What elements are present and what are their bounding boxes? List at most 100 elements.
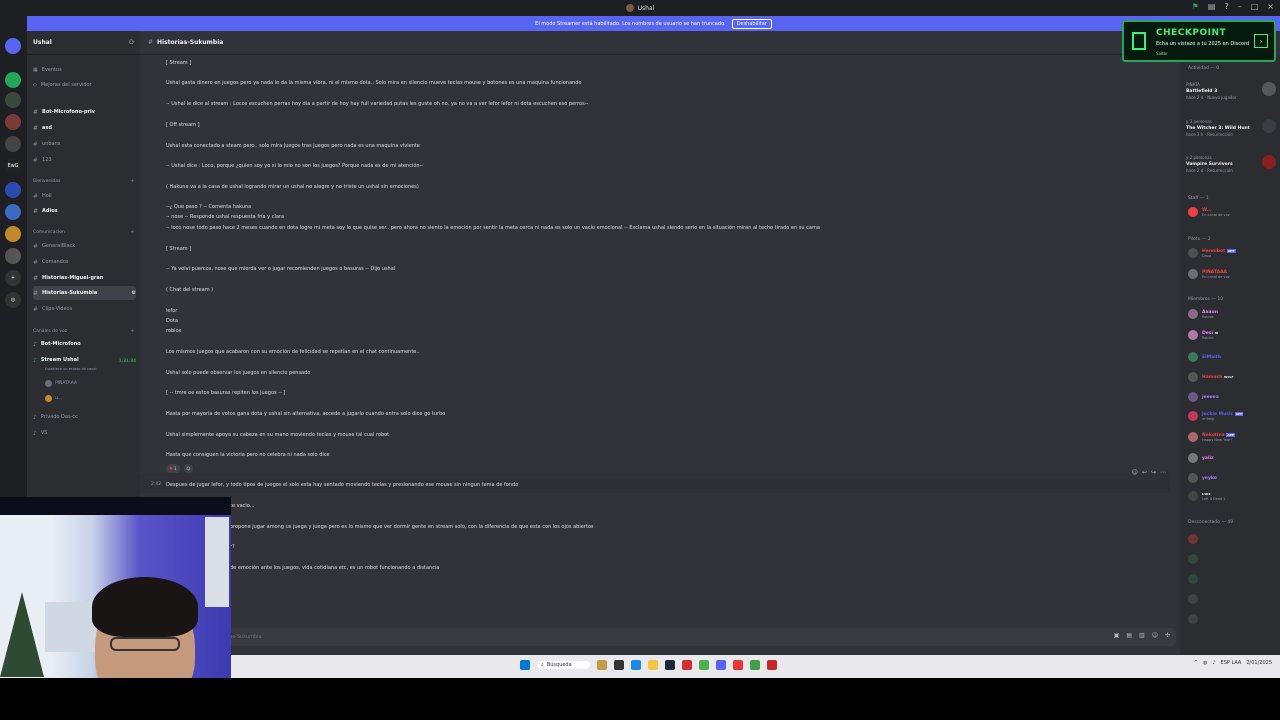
channel-generalblack[interactable]: # GeneralBlack (33, 239, 136, 253)
activity-card[interactable]: y 2 personas Vampire Survivors hace 2 d · … (1186, 155, 1276, 174)
channel-bot-microfono-priv[interactable]: # Bot-Microfono-priv (33, 105, 136, 119)
help-icon[interactable]: ? (1224, 2, 1228, 11)
member-item[interactable]: yeyko (1188, 473, 1217, 483)
channel-asd[interactable]: # asd (33, 121, 136, 135)
chevron-up-icon[interactable]: ^ (1194, 660, 1198, 666)
clock-date[interactable]: 2/01/2025 (1246, 660, 1272, 666)
windows-start-icon[interactable] (520, 660, 530, 670)
member-item[interactable]: L4D2 Left 4 Dead 2 (1188, 491, 1226, 501)
member-item[interactable]: Desi HI Roblox (1188, 330, 1218, 340)
checkpoint-skip[interactable]: Saltar (1156, 51, 1168, 56)
member-item[interactable]: ElMaith (1188, 352, 1221, 362)
activity-card[interactable]: y 3 personas The Witcher 3: Wild Hunt hace… (1186, 119, 1276, 138)
minimize-button[interactable]: – (1238, 2, 1242, 11)
channel-historias-miguel[interactable]: # Historias-Miguel-gran (33, 271, 136, 285)
react-icon[interactable]: ☺ (1132, 469, 1138, 476)
steam-icon[interactable] (664, 660, 675, 670)
server-icon[interactable] (5, 226, 21, 242)
discord-icon[interactable] (715, 660, 726, 670)
member-item[interactable] (1188, 554, 1198, 564)
reaction-heart[interactable]: ♥ 1 (166, 464, 180, 473)
channel-adios[interactable]: # Adios (33, 204, 136, 218)
member-item[interactable]: Aaaun Roblox (1188, 309, 1218, 319)
add-server-icon[interactable]: + (5, 270, 21, 286)
more-icon[interactable]: ⋯ (1160, 469, 1166, 476)
folder-icon[interactable] (647, 660, 658, 670)
channel-status[interactable]: Establece un estado de canal (45, 367, 97, 371)
gift-icon[interactable]: ▣ (1114, 632, 1120, 639)
forward-icon[interactable]: ↪ (1151, 469, 1156, 476)
maximize-button[interactable]: □ (1251, 2, 1259, 11)
server-icon[interactable] (5, 182, 21, 198)
taskbar-search[interactable]: ⌕ Búsqueda (537, 661, 590, 669)
server-icon[interactable] (5, 204, 21, 220)
server-icon[interactable] (5, 248, 21, 264)
activity-card[interactable]: PIÑATA Battlefield 3 hace 2 d · Nuevo juga… (1186, 82, 1276, 101)
channel-holi[interactable]: # Holi (33, 189, 136, 203)
network-icon[interactable]: ◍ (1203, 660, 1207, 666)
arrow-right-icon[interactable]: › (1254, 34, 1268, 48)
boosts-item[interactable]: ◇ Mejoras del servidor (33, 78, 136, 92)
member-item[interactable]: jeeeea (1188, 392, 1219, 402)
channel-comandos[interactable]: # Comandos (33, 255, 136, 269)
emoji-icon[interactable]: ☺ (1152, 632, 1158, 639)
close-button[interactable]: × (1267, 2, 1274, 11)
server-header[interactable]: Ushal ⚇ (27, 31, 140, 55)
member-item[interactable] (1188, 594, 1198, 604)
explore-icon[interactable]: ◎ (5, 292, 21, 308)
add-channel-icon[interactable]: + (130, 329, 134, 334)
language-indicator[interactable]: ESP LAA (1221, 660, 1242, 666)
category-voz[interactable]: Canales de voz + (33, 329, 134, 334)
inbox-icon[interactable]: ▤ (1208, 2, 1216, 11)
member-item[interactable]: Hennibot APP Dropi (1188, 248, 1236, 258)
reply-icon[interactable]: ↩ (1142, 469, 1147, 476)
app-icon[interactable] (749, 660, 760, 670)
checkpoint-popup[interactable]: CHECKPOINT Echa un vistazo a tu 2025 en … (1122, 20, 1276, 62)
widgets-icon[interactable] (596, 660, 607, 670)
obs-icon[interactable] (732, 660, 743, 670)
member-item[interactable] (1188, 574, 1198, 584)
server-icon[interactable] (5, 114, 21, 130)
flag-icon[interactable]: ⚑ (1192, 2, 1199, 11)
member-item[interactable] (1188, 614, 1198, 624)
add-reaction-button[interactable]: ☺ (184, 464, 193, 473)
voice-channel-stream-ushal[interactable]: ♪ Stream Ushal 1:31:34 (33, 353, 136, 367)
valorant-icon[interactable] (681, 660, 692, 670)
add-channel-icon[interactable]: + (130, 179, 134, 184)
chrome-icon[interactable] (698, 660, 709, 670)
app-icon[interactable] (766, 660, 777, 670)
disable-streamer-button[interactable]: Deshabilitar (731, 18, 772, 29)
channel-clips-videos[interactable]: # Clips-Videos (33, 302, 136, 316)
member-item[interactable]: Nekotina APP Happy New Year! (1188, 432, 1236, 442)
settings-icon[interactable]: ⚙ (132, 290, 136, 296)
gif-icon[interactable]: ▤ (1126, 632, 1132, 639)
member-item[interactable]: yaliz (1188, 453, 1214, 463)
events-item[interactable]: ▦ Eventos (33, 63, 136, 77)
server-icon[interactable]: EwG (5, 158, 21, 174)
apps-icon[interactable]: ✣ (1165, 632, 1170, 639)
server-icon[interactable] (5, 72, 21, 88)
invite-icon[interactable]: ⚇ (129, 39, 134, 46)
server-icon[interactable] (5, 136, 21, 152)
voice-channel-privado[interactable]: ♪ Privado Das-cc (33, 410, 136, 424)
voice-user[interactable]: u... (45, 395, 62, 402)
edge-icon[interactable] (630, 660, 641, 670)
voice-channel-vs[interactable]: ♪ VS (33, 426, 136, 440)
server-icon[interactable] (5, 38, 21, 54)
volume-icon[interactable]: ♪ (1212, 660, 1215, 666)
sticker-icon[interactable]: ▥ (1139, 632, 1145, 639)
member-item[interactable]: Jockie Music APP m!help (1188, 411, 1244, 421)
category-bienvenidas[interactable]: Bienvenidas + (33, 179, 134, 184)
server-icon[interactable] (5, 92, 21, 108)
channel-123[interactable]: #123 (33, 153, 136, 167)
member-item[interactable]: W... En canal de voz (1188, 207, 1230, 217)
channel-historias-sukumbia[interactable]: # Historias-Sukumbia ⚙ (33, 286, 136, 300)
member-item[interactable] (1188, 534, 1198, 544)
voice-channel-bot-microfono[interactable]: ♪ Bot-Microfono (33, 337, 136, 351)
channel-unbans[interactable]: # unbans (33, 137, 136, 151)
add-channel-icon[interactable]: + (130, 230, 134, 235)
task-view-icon[interactable] (613, 660, 624, 670)
member-item[interactable]: PIÑATAAA En canal de voz (1188, 269, 1230, 279)
voice-user[interactable]: PIÑATAAA (45, 380, 77, 387)
member-item[interactable]: Hamoch WCLF (1188, 372, 1234, 382)
